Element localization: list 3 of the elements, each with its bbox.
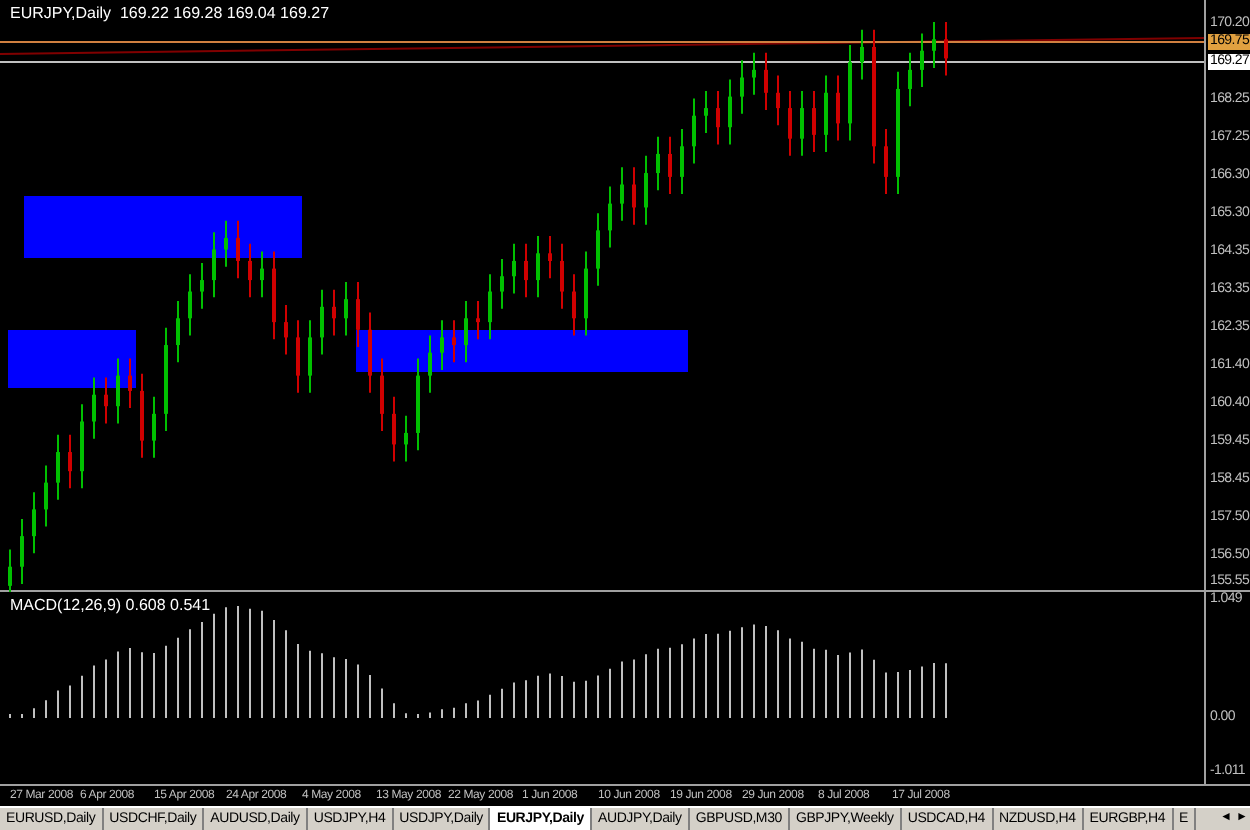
zone-rectangle [8,330,136,388]
symbol-info: EURJPY,Daily 169.22 169.28 169.04 169.27 [10,6,330,22]
indicator-label: MACD(12,26,9) 0.608 0.541 [10,598,211,614]
